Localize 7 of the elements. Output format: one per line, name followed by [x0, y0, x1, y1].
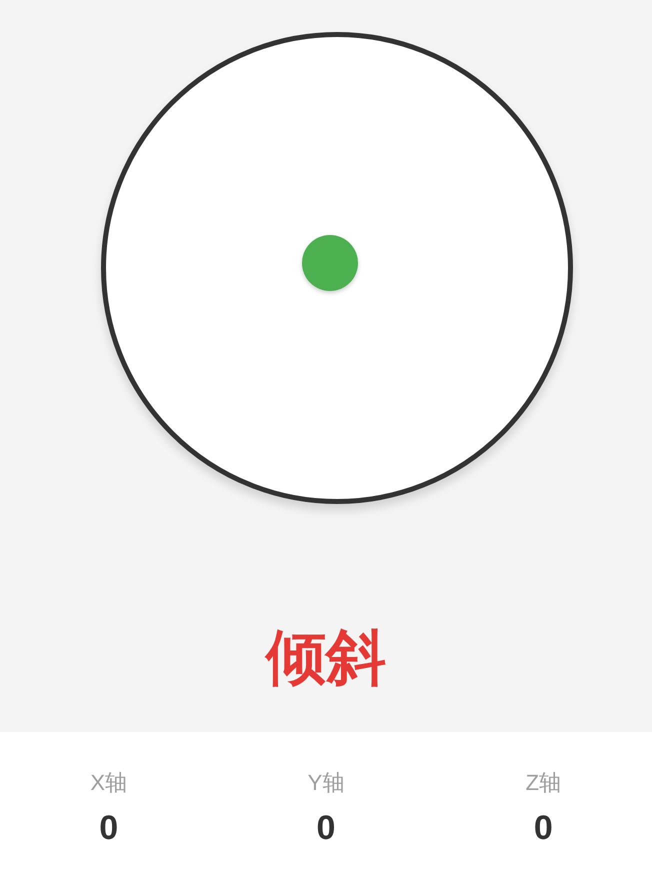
axis-value: 0 [534, 808, 553, 848]
status-text: 倾斜 [266, 623, 386, 693]
axis-label: X轴 [90, 769, 127, 797]
axis-label: Y轴 [308, 769, 344, 797]
axis-label: Z轴 [526, 769, 562, 797]
axis-value: 0 [316, 808, 336, 848]
axis-value: 0 [99, 808, 118, 848]
